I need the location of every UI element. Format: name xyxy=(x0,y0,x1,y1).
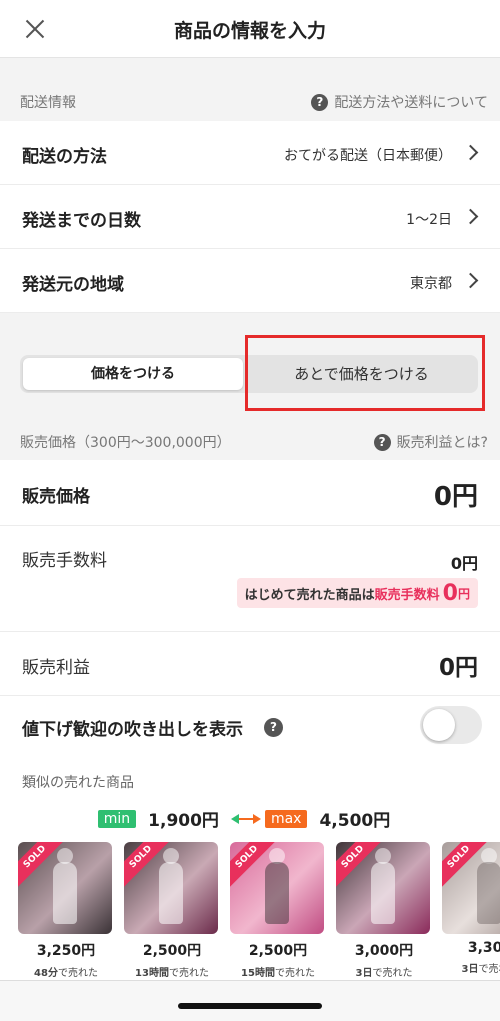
item-sold-time-suffix: で売れた xyxy=(57,968,98,979)
fee-label: 販売手数料 xyxy=(22,551,107,571)
question-icon: ? xyxy=(311,93,329,111)
max-tag: max xyxy=(264,809,308,828)
chevron-right-icon xyxy=(462,272,479,289)
item-sold-time-num: 13時間 xyxy=(135,968,169,979)
item-price: 3,000円 xyxy=(354,943,414,959)
item-thumbnail: SOLD xyxy=(442,842,500,934)
shipping-origin-label: 発送元の地域 xyxy=(22,275,124,295)
home-indicator xyxy=(178,1003,322,1009)
profit-help-link[interactable]: ? 販売利益とは? xyxy=(373,432,488,452)
figure-shape xyxy=(159,862,183,924)
shipping-method-row[interactable]: 配送の方法 おてがる配送（日本郵便） xyxy=(0,121,500,185)
question-icon: ? xyxy=(373,433,391,451)
top-bar: 商品の情報を入力 xyxy=(0,0,500,58)
promo-zero: 0 xyxy=(442,580,458,606)
min-price: 1,900円 xyxy=(148,811,219,831)
sale-price-label: 販売価格 xyxy=(22,487,90,507)
profit-row: 販売利益 0円 xyxy=(0,632,500,696)
fee-value: 0円 xyxy=(450,554,478,573)
double-arrow-icon xyxy=(230,813,261,825)
shipping-origin-row[interactable]: 発送元の地域 東京都 xyxy=(0,249,500,313)
similar-item[interactable]: SOLD 3,000円 3日で売れた xyxy=(336,842,432,979)
discount-bubble-toggle[interactable] xyxy=(420,706,482,744)
discount-bubble-label: 値下げ歓迎の吹き出しを表示 xyxy=(22,720,243,740)
item-sold-time-num: 3日 xyxy=(461,964,479,975)
item-thumbnail: SOLD xyxy=(230,842,324,934)
chevron-right-icon xyxy=(462,208,479,225)
figure-shape xyxy=(265,862,289,924)
similar-items-carousel[interactable]: SOLD 3,250円 48分で売れた SOLD 2,500円 13時間で売れた… xyxy=(18,842,500,982)
pricing-section-header: 販売価格（300円〜300,000円） ? 販売利益とは? xyxy=(0,420,500,460)
profit-label: 販売利益 xyxy=(22,658,90,678)
bottom-safe-area xyxy=(0,980,500,1021)
promo-highlight: 販売手数料 xyxy=(374,587,440,603)
similar-item[interactable]: SOLD 3,300 3日で売れた xyxy=(442,842,500,975)
chevron-right-icon xyxy=(462,144,479,161)
promo-unit: 円 xyxy=(457,586,470,601)
similar-item[interactable]: SOLD 2,500円 13時間で売れた xyxy=(124,842,220,979)
shipping-method-value: おてがる配送（日本郵便） xyxy=(284,148,452,164)
shipping-section-title: 配送情報 xyxy=(20,95,76,111)
item-sold-time: 13時間で売れた xyxy=(124,964,220,979)
item-price: 2,500円 xyxy=(248,943,308,959)
similar-item[interactable]: SOLD 2,500円 15時間で売れた xyxy=(230,842,326,979)
item-thumbnail: SOLD xyxy=(336,842,430,934)
fee-row: 販売手数料 0円 はじめて売れた商品は 販売手数料 0 円 xyxy=(0,526,500,632)
price-now-tab[interactable]: 価格をつける xyxy=(23,358,243,390)
item-sold-time: 3日で売れた xyxy=(336,964,432,979)
figure-shape xyxy=(53,862,77,924)
highlight-annotation-box xyxy=(245,335,485,411)
item-sold-time-suffix: で売れた xyxy=(168,968,209,979)
shipping-section-header: 配送情報 ? 配送方法や送料について xyxy=(0,80,500,120)
item-sold-time: 3日で売れた xyxy=(442,960,500,975)
item-sold-time-num: 15時間 xyxy=(241,968,275,979)
item-sold-time-num: 3日 xyxy=(355,968,373,979)
similar-item[interactable]: SOLD 3,250円 48分で売れた xyxy=(18,842,114,979)
item-price: 2,500円 xyxy=(142,943,202,959)
page-title: 商品の情報を入力 xyxy=(173,20,326,42)
promo-prefix: はじめて売れた商品は xyxy=(244,587,375,603)
shipping-help-link[interactable]: ? 配送方法や送料について xyxy=(311,92,488,112)
item-sold-time-suffix: で売れた xyxy=(274,968,315,979)
item-sold-time-suffix: で売れた xyxy=(372,968,413,979)
sale-price-value[interactable]: 0円 xyxy=(434,476,478,513)
min-tag: min xyxy=(97,809,137,828)
shipping-help-text: 配送方法や送料について xyxy=(334,95,488,111)
question-icon[interactable]: ? xyxy=(264,718,283,737)
item-price: 3,250円 xyxy=(36,943,96,959)
shipping-days-value: 1〜2日 xyxy=(406,212,452,228)
item-sold-time-suffix: で売れた xyxy=(478,964,500,975)
pricing-section-title: 販売価格（300円〜300,000円） xyxy=(20,435,231,451)
item-thumbnail: SOLD xyxy=(124,842,218,934)
max-price: 4,500円 xyxy=(319,811,391,831)
discount-bubble-row: 値下げ歓迎の吹き出しを表示 ? xyxy=(0,696,500,758)
figure-shape xyxy=(477,862,500,924)
item-sold-time-num: 48分 xyxy=(34,968,58,979)
toggle-knob xyxy=(423,709,455,741)
similar-sold-section: 類似の売れた商品 min 1,900円 max 4,500円 SOLD 3,25… xyxy=(0,760,500,980)
item-sold-time: 48分で売れた xyxy=(18,964,114,979)
shipping-origin-value: 東京都 xyxy=(410,276,452,292)
price-range: min 1,900円 max 4,500円 xyxy=(0,806,500,831)
similar-section-title: 類似の売れた商品 xyxy=(22,775,134,791)
profit-help-text: 販売利益とは? xyxy=(396,435,488,451)
profit-value: 0円 xyxy=(438,655,478,681)
shipping-days-row[interactable]: 発送までの日数 1〜2日 xyxy=(0,185,500,249)
pricing-card: 販売価格 0円 販売手数料 0円 はじめて売れた商品は 販売手数料 0 円 販売… xyxy=(0,460,500,760)
item-price: 3,300 xyxy=(467,940,500,956)
first-sale-promo-badge: はじめて売れた商品は 販売手数料 0 円 xyxy=(236,578,478,608)
item-thumbnail: SOLD xyxy=(18,842,112,934)
figure-shape xyxy=(371,862,395,924)
item-sold-time: 15時間で売れた xyxy=(230,964,326,979)
shipping-days-label: 発送までの日数 xyxy=(22,211,141,231)
sale-price-row[interactable]: 販売価格 0円 xyxy=(0,460,500,526)
shipping-method-label: 配送の方法 xyxy=(22,147,107,167)
